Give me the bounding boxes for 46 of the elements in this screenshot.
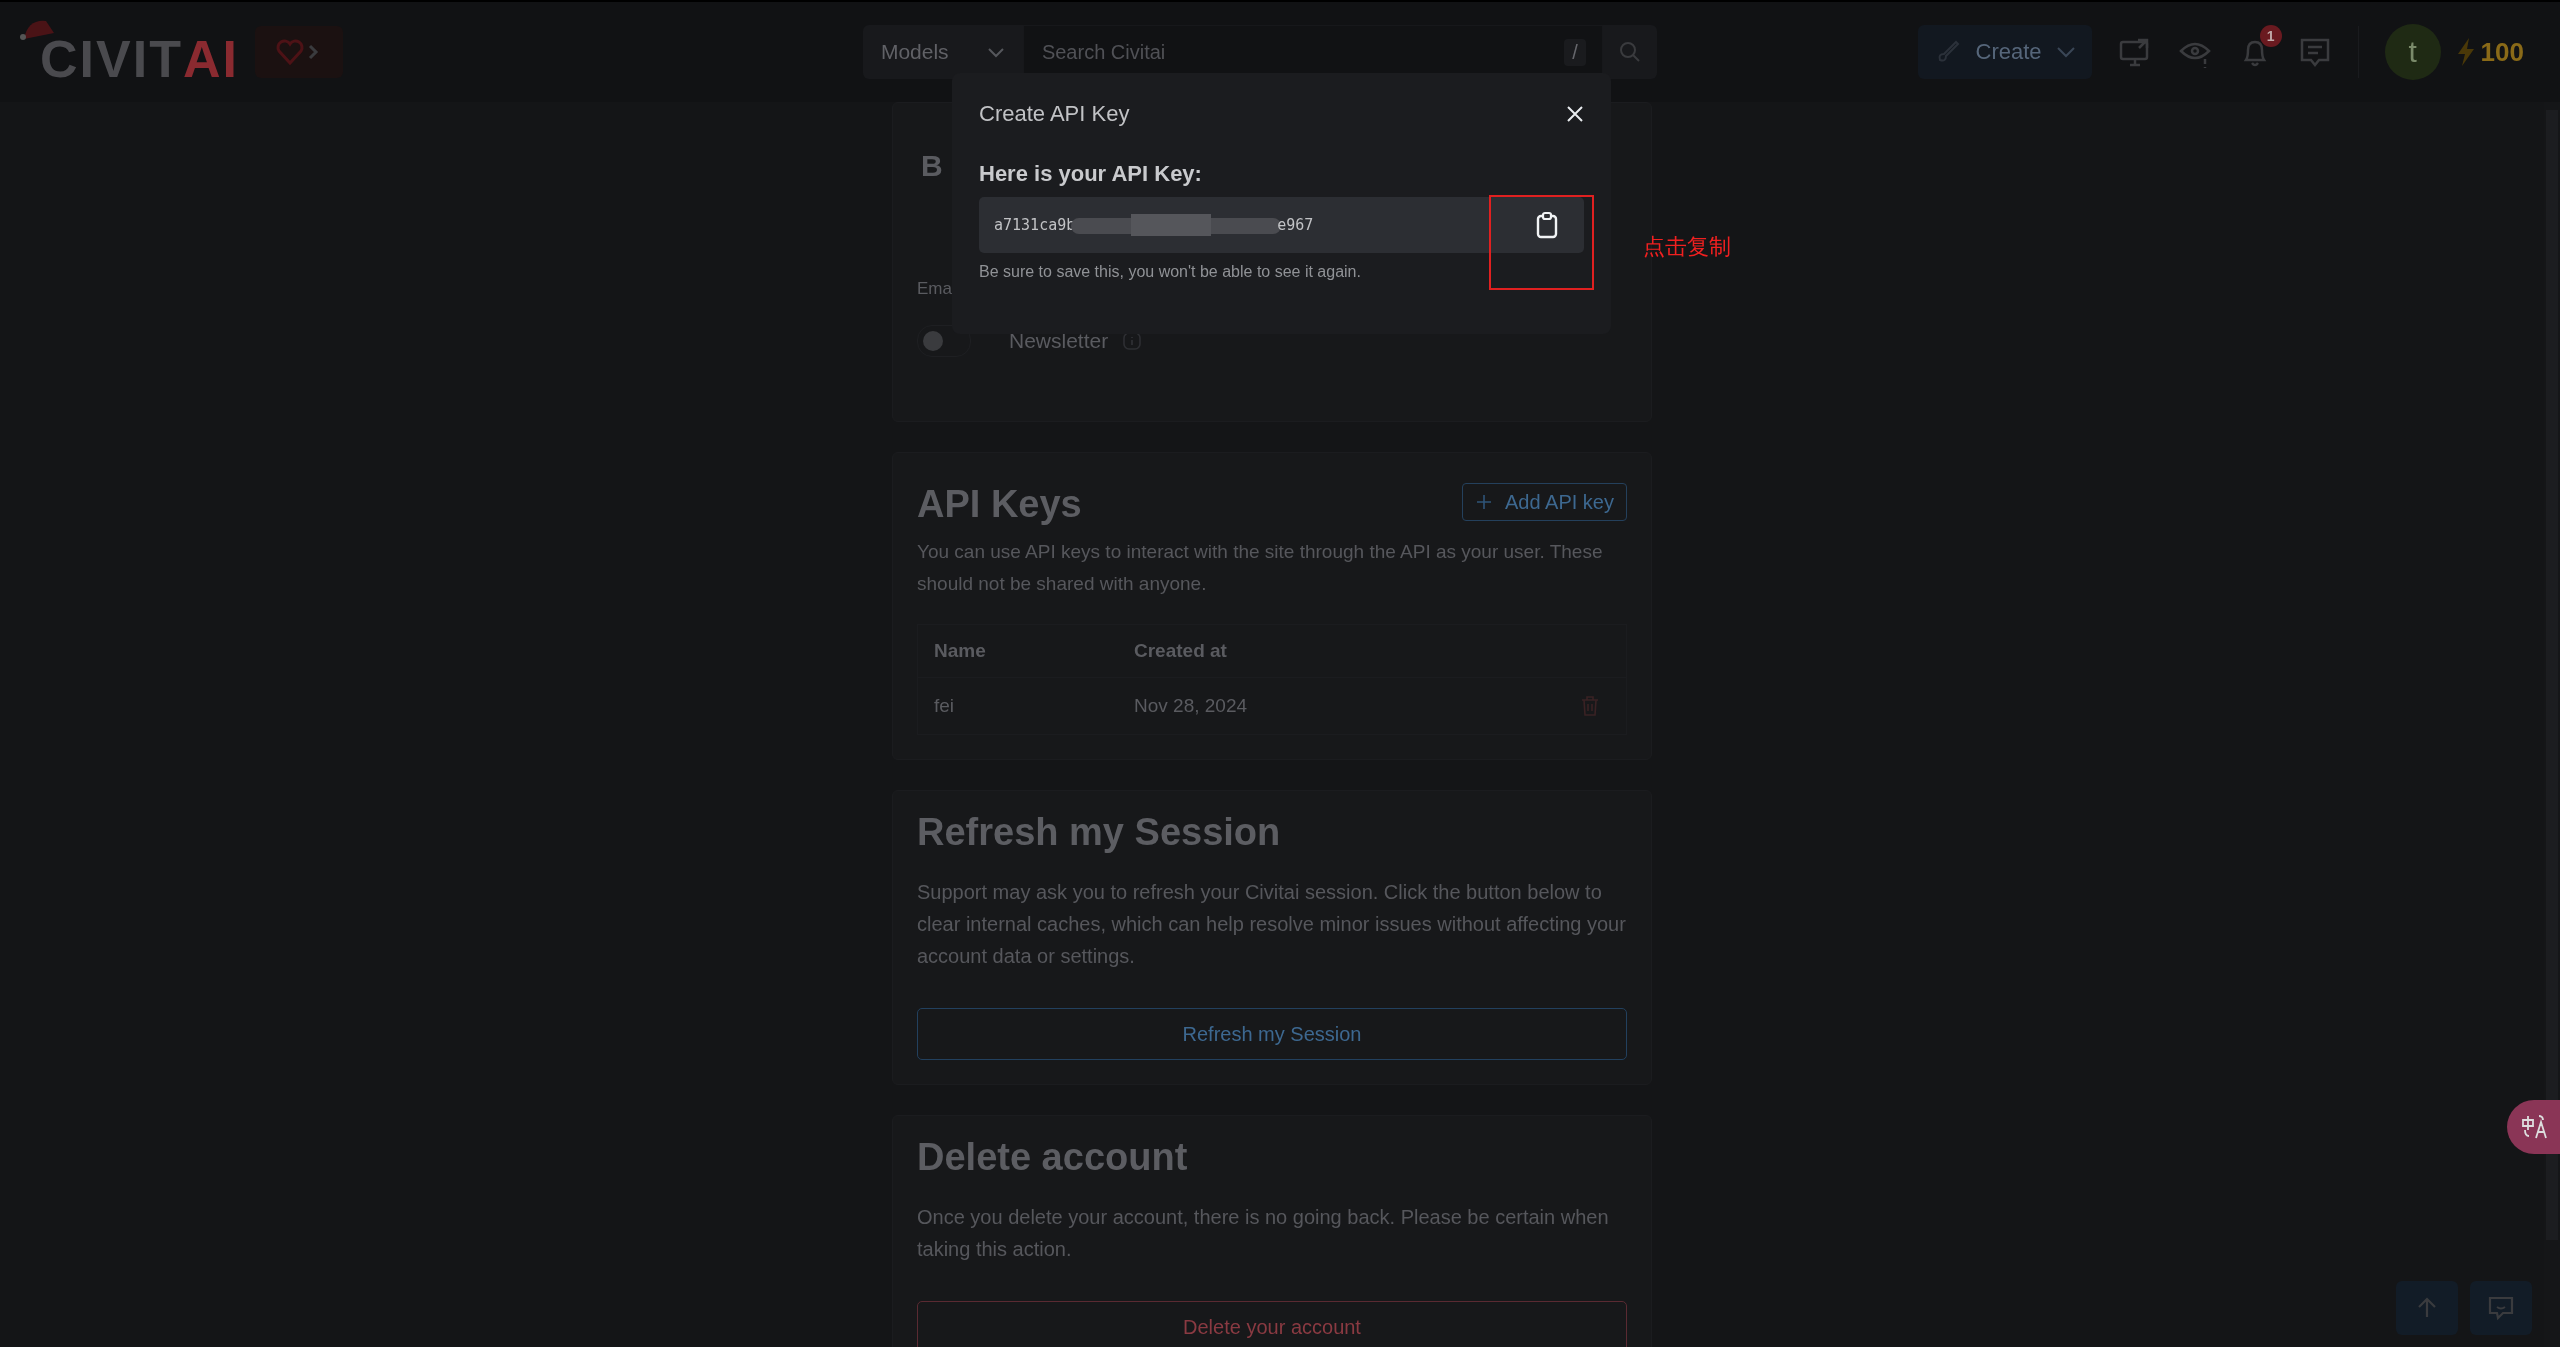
column-header: Created at (1134, 640, 1227, 662)
add-api-key-button[interactable]: Add API key (1462, 483, 1627, 521)
feedback-button[interactable] (2470, 1281, 2532, 1335)
trash-icon[interactable] (1580, 695, 1600, 717)
section-description: Support may ask you to refresh your Civitai session. Click the button below to clear internal caches, which can help resolve minor issues without affecting your account data or settings. (917, 880, 1627, 969)
key-text: a7131ca9b (994, 216, 1076, 234)
table-cell: Nov 28, 2024 (1134, 695, 1248, 717)
shortcut-key: / (1564, 38, 1586, 66)
section-heading: API Keys (917, 483, 1082, 526)
api-key-label: Here is your API Key: (979, 161, 1203, 187)
section-heading: B (921, 149, 943, 182)
toggle-label: Newsletter (1009, 329, 1109, 353)
key-text: e967 (1277, 216, 1314, 234)
scroll-top-button[interactable] (2396, 1281, 2458, 1335)
section-description: Once you delete your account, there is no going back. Please be certain when taking this action. (917, 1205, 1610, 1262)
annotation-text: 点击复制 (1643, 233, 1731, 261)
refresh-session-button[interactable]: Refresh my Session (917, 1008, 1627, 1060)
toggle-switch[interactable] (917, 325, 971, 357)
column-header: Name (934, 640, 987, 662)
plus-icon (1475, 493, 1494, 511)
warning-note: Be sure to save this, you won't be able to see it again. (979, 263, 1362, 281)
delete-account-button[interactable]: Delete your account (917, 1301, 1627, 1347)
dialog-title: Create API Key (979, 101, 1130, 127)
buzz-amount: 100 (2480, 36, 2524, 68)
table-cell-text: fei (934, 695, 956, 717)
section-description: You can use API keys to interact with the site through the API as your user. These should not be shared with anyone. (917, 540, 1604, 596)
support-button[interactable] (254, 26, 343, 78)
clipboard-icon (1536, 211, 1558, 239)
info-icon[interactable] (1122, 331, 1143, 351)
user-avatar[interactable]: t (2384, 24, 2441, 80)
field-label: Ema (917, 279, 952, 298)
translate-button[interactable] (2507, 1100, 2560, 1154)
site-logo[interactable]: CIVITAI (18, 15, 239, 89)
notification-badge: 1 (2259, 25, 2282, 47)
caret-icon (986, 46, 1005, 58)
category-select[interactable]: Models (862, 25, 1023, 79)
close-icon[interactable] (1566, 105, 1584, 123)
search-input[interactable]: Search Civitai (1039, 39, 1565, 65)
section-heading: Refresh my Session (917, 811, 1282, 854)
search-icon (1617, 40, 1642, 64)
smiley-chat-icon (2487, 1295, 2515, 1321)
caret-icon (2055, 46, 2076, 58)
translate-icon (2521, 1114, 2549, 1140)
search-button[interactable] (1602, 25, 1657, 79)
create-button[interactable]: Create (1917, 25, 2092, 79)
section-heading: Delete account (917, 1136, 1189, 1179)
